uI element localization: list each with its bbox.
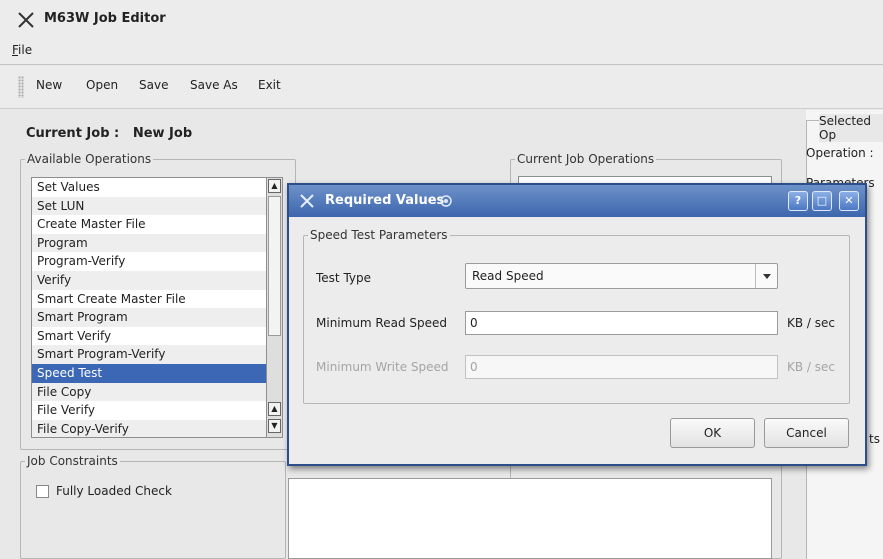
window-titlebar: M63W Job Editor — [0, 0, 883, 38]
menu-file[interactable]: File — [12, 43, 32, 57]
speed-test-parameters-legend: Speed Test Parameters — [310, 228, 448, 242]
list-item[interactable]: File Copy-Verify — [32, 419, 266, 437]
required-values-dialog: Required Values ? □ ✕ Speed Test Paramet… — [287, 183, 867, 466]
dialog-titlebar[interactable]: Required Values ? □ ✕ — [289, 185, 865, 217]
ok-button[interactable]: OK — [670, 418, 755, 448]
available-operations-legend: Available Operations — [27, 152, 152, 166]
menu-separator — [0, 64, 883, 65]
list-item[interactable]: Set LUN — [32, 196, 266, 216]
list-item[interactable]: Program-Verify — [32, 252, 266, 271]
min-write-speed-label: Minimum Write Speed — [316, 360, 449, 374]
list-item[interactable]: Smart Verify — [32, 327, 266, 346]
toolbar: New Open Save Save As Exit — [0, 66, 883, 108]
scroll-thumb[interactable] — [268, 196, 281, 336]
toolbar-exit-button[interactable]: Exit — [258, 78, 281, 92]
selected-operation-legend: Selected Op — [819, 114, 883, 142]
fully-loaded-checkbox[interactable] — [36, 485, 49, 498]
toolbar-open-button[interactable]: Open — [86, 78, 118, 92]
current-job-label: Current Job : — [26, 126, 120, 141]
operation-label: Operation : — [806, 146, 874, 160]
toolbar-save-button[interactable]: Save — [139, 78, 168, 92]
available-operations-list[interactable]: Set Values Set LUN Create Master File Pr… — [31, 177, 267, 438]
min-write-speed-value: 0 — [470, 360, 478, 374]
toolbar-grip-icon[interactable] — [18, 76, 24, 98]
cancel-button[interactable]: Cancel — [764, 418, 849, 448]
list-item[interactable]: Program — [32, 233, 266, 253]
list-item[interactable]: Verify — [32, 270, 266, 290]
list-item[interactable]: Smart Create Master File — [32, 290, 266, 309]
current-job-value: New Job — [132, 126, 193, 141]
chevron-down-icon[interactable] — [755, 264, 777, 288]
toolbar-new-button[interactable]: New — [36, 78, 62, 92]
min-read-speed-input[interactable]: 0 — [465, 311, 778, 335]
min-write-speed-unit: KB / sec — [787, 360, 836, 374]
list-item-selected[interactable]: Speed Test — [32, 363, 266, 383]
list-scrollbar[interactable]: ▲ ▲ ▼ — [267, 177, 283, 438]
window-title: M63W Job Editor — [44, 11, 166, 26]
toolbar-save-as-button[interactable]: Save As — [190, 78, 238, 92]
operation-details-panel — [288, 478, 772, 559]
maximize-button[interactable]: □ — [812, 191, 832, 211]
list-item[interactable]: Smart Program-Verify — [32, 345, 266, 364]
scroll-up-arrow-icon[interactable]: ▲ — [268, 179, 281, 193]
test-type-dropdown[interactable]: Read Speed — [465, 263, 778, 289]
current-job-operations-legend: Current Job Operations — [517, 152, 655, 166]
test-type-value: Read Speed — [472, 269, 544, 283]
list-item[interactable]: File Copy — [32, 382, 266, 402]
close-button[interactable]: ✕ — [839, 191, 859, 211]
fully-loaded-label: Fully Loaded Check — [56, 484, 172, 498]
min-read-speed-value: 0 — [470, 316, 478, 330]
current-job-heading: Current Job : New Job — [26, 126, 192, 141]
list-item[interactable]: Create Master File — [32, 215, 266, 234]
list-item[interactable]: File Verify — [32, 401, 266, 420]
job-constraints-group: Job Constraints — [20, 454, 286, 559]
help-button[interactable]: ? — [788, 191, 808, 211]
job-constraints-legend: Job Constraints — [27, 454, 118, 468]
dialog-title: Required Values — [325, 193, 445, 208]
min-read-speed-label: Minimum Read Speed — [316, 316, 448, 330]
min-read-speed-unit: KB / sec — [787, 316, 836, 330]
menu-bar: File — [0, 38, 883, 64]
swirl-icon — [440, 195, 452, 207]
list-item[interactable]: Set Values — [32, 178, 266, 197]
scroll-down-arrow-icon[interactable]: ▼ — [268, 419, 281, 433]
partial-button-label[interactable]: ts — [869, 432, 880, 446]
scroll-up-arrow-icon[interactable]: ▲ — [268, 402, 281, 416]
app-x-icon — [18, 12, 34, 28]
min-write-speed-input: 0 — [465, 355, 778, 379]
list-item[interactable]: Smart Program — [32, 308, 266, 327]
test-type-label: Test Type — [316, 271, 372, 285]
dialog-x-icon — [300, 194, 314, 208]
